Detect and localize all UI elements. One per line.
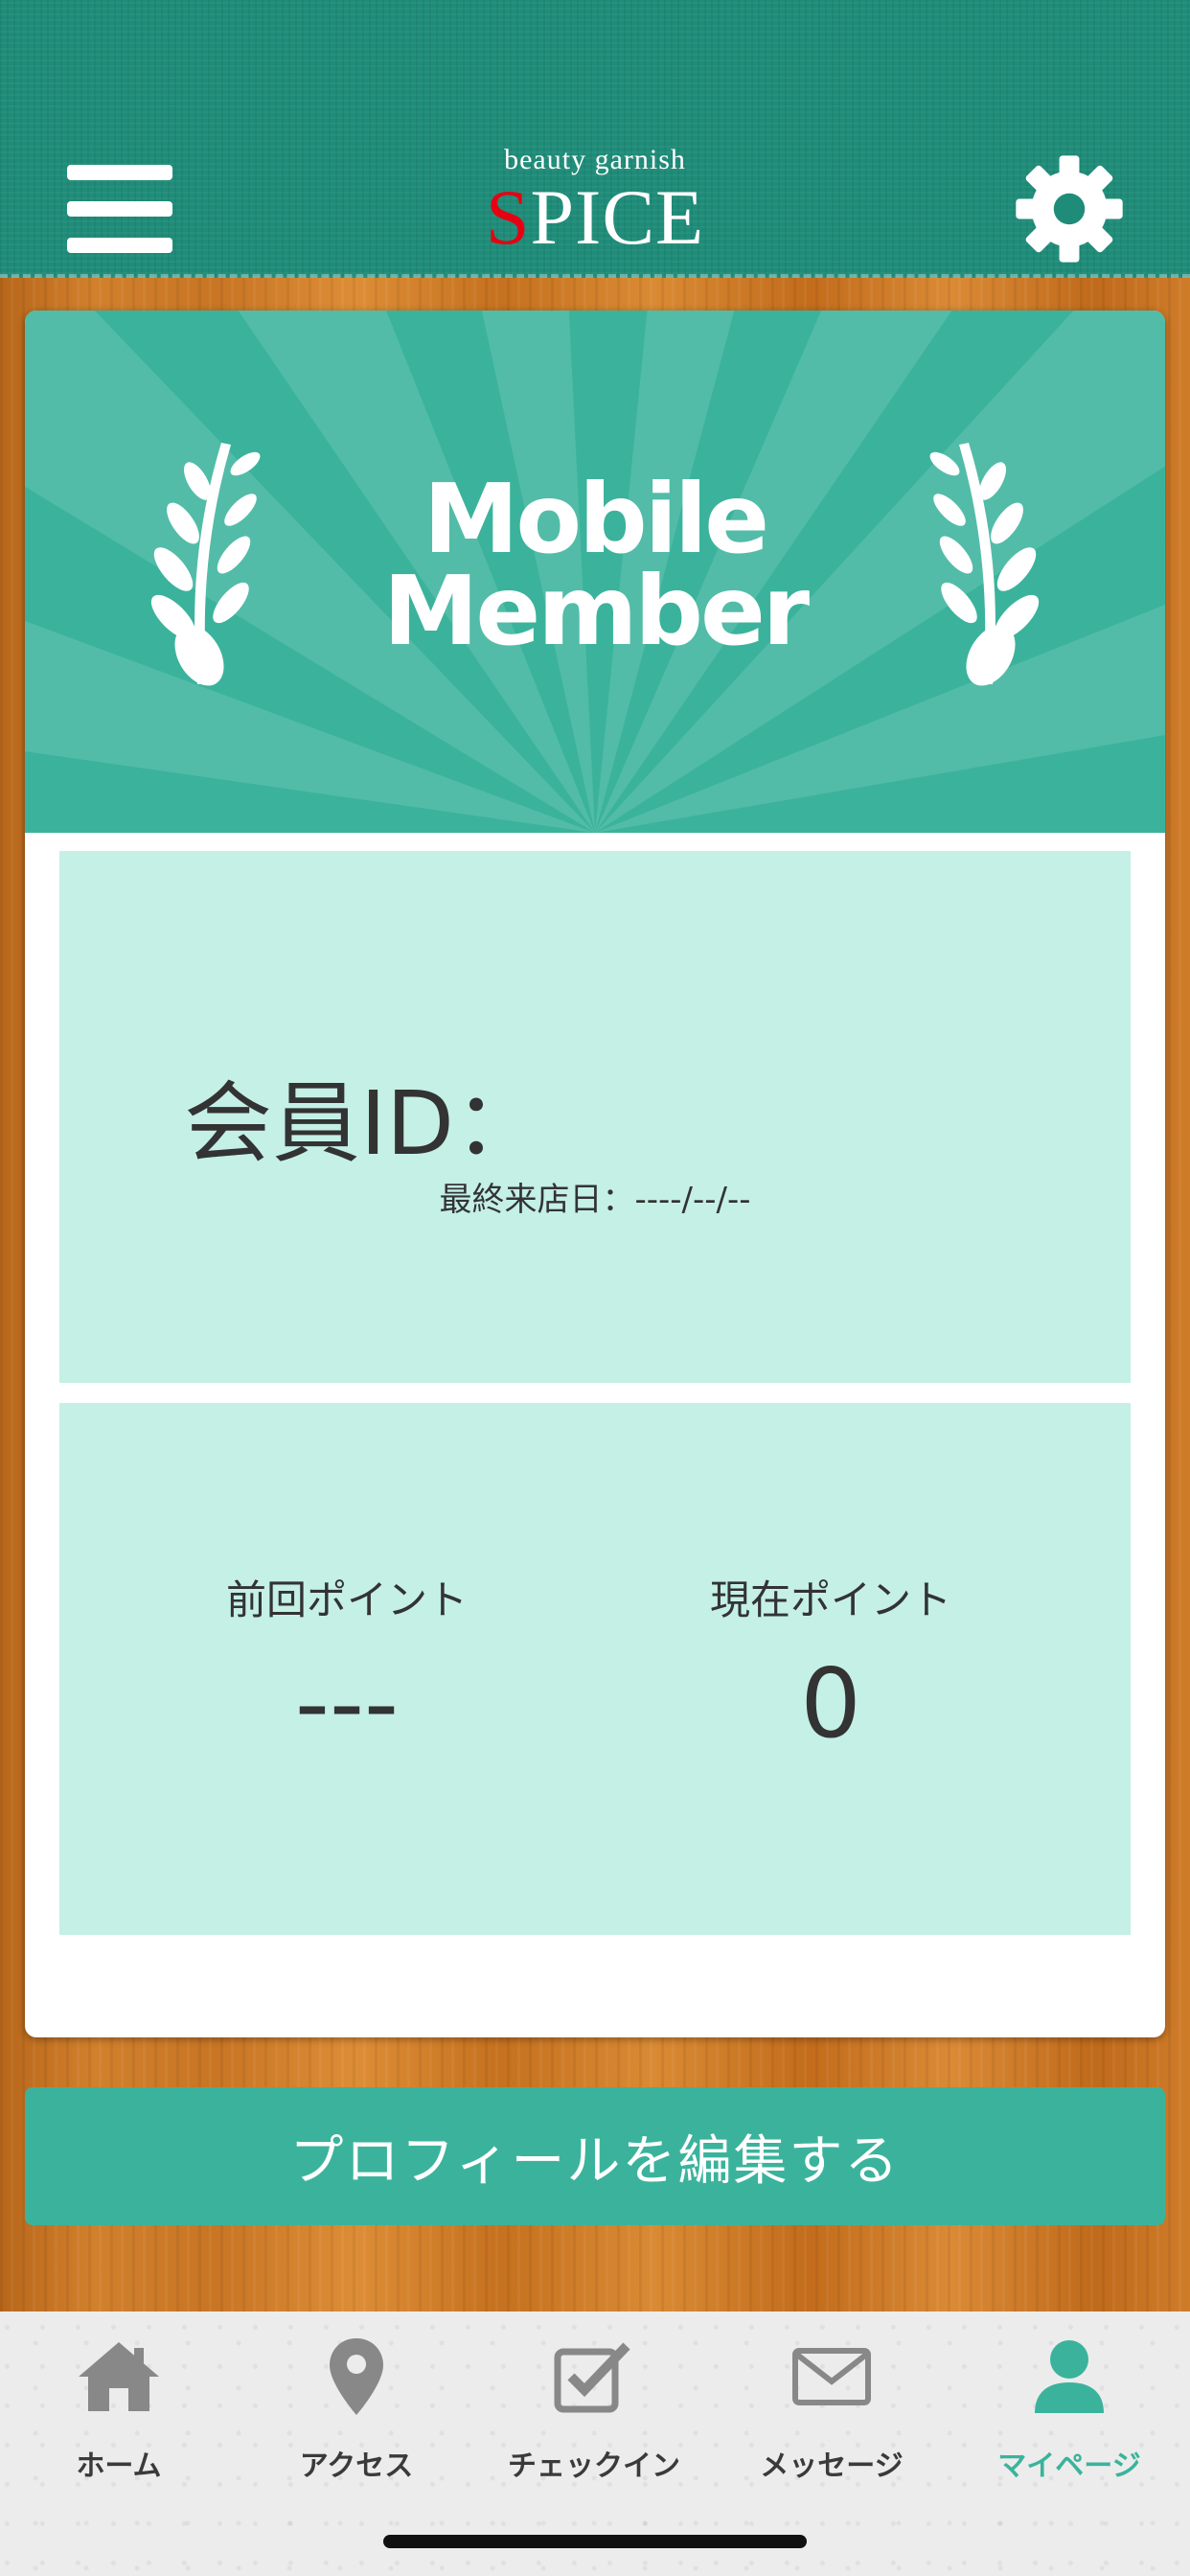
tab-mypage[interactable]: マイページ [950,2329,1188,2501]
tab-home[interactable]: ホーム [0,2329,238,2501]
member-card: Mobile Member 会員ID： 最終来店日：----/--/-- 前回ポ… [25,310,1165,2037]
tab-checkin[interactable]: チェックイン [475,2329,713,2501]
logo-title: SPICE [485,173,705,261]
member-id-panel: 会員ID： 最終来店日：----/--/-- [59,851,1131,1383]
user-icon [950,2329,1188,2425]
laurel-right-icon [929,443,1040,686]
current-points: 現在ポイント 0 [582,1568,1080,1760]
member-id-label: 会員ID： [184,1072,542,1175]
app-header: beauty garnish SPICE [0,0,1190,278]
envelope-icon [713,2329,950,2425]
tab-access-label: アクセス [299,2450,414,2483]
gear-icon[interactable] [1014,153,1125,264]
current-points-label: 現在ポイント [709,1576,951,1623]
last-visit-date: 最終来店日：----/--/-- [439,1181,751,1219]
map-pin-icon [238,2329,475,2425]
hamburger-menu-icon[interactable] [67,165,172,253]
tab-checkin-label: チェックイン [508,2450,680,2483]
tab-message[interactable]: メッセージ [713,2329,950,2501]
previous-points-value: --- [294,1647,400,1760]
home-icon [0,2329,238,2425]
tab-home-label: ホーム [76,2450,162,2483]
member-banner: Mobile Member [25,310,1165,833]
tab-message-label: メッセージ [760,2450,904,2483]
previous-points: 前回ポイント --- [98,1568,596,1760]
edit-profile-button[interactable]: プロフィールを編集する [25,2087,1165,2225]
checkbox-icon [475,2329,713,2425]
shop-logo: beauty garnish SPICE [422,144,768,257]
current-points-value: 0 [800,1647,861,1760]
tab-mypage-label: マイページ [997,2450,1141,2483]
tab-access[interactable]: アクセス [238,2329,475,2501]
previous-points-label: 前回ポイント [225,1576,468,1623]
home-indicator[interactable] [383,2535,807,2548]
points-panel: 前回ポイント --- 現在ポイント 0 [59,1403,1131,1935]
logo-subtitle: beauty garnish [504,144,686,175]
